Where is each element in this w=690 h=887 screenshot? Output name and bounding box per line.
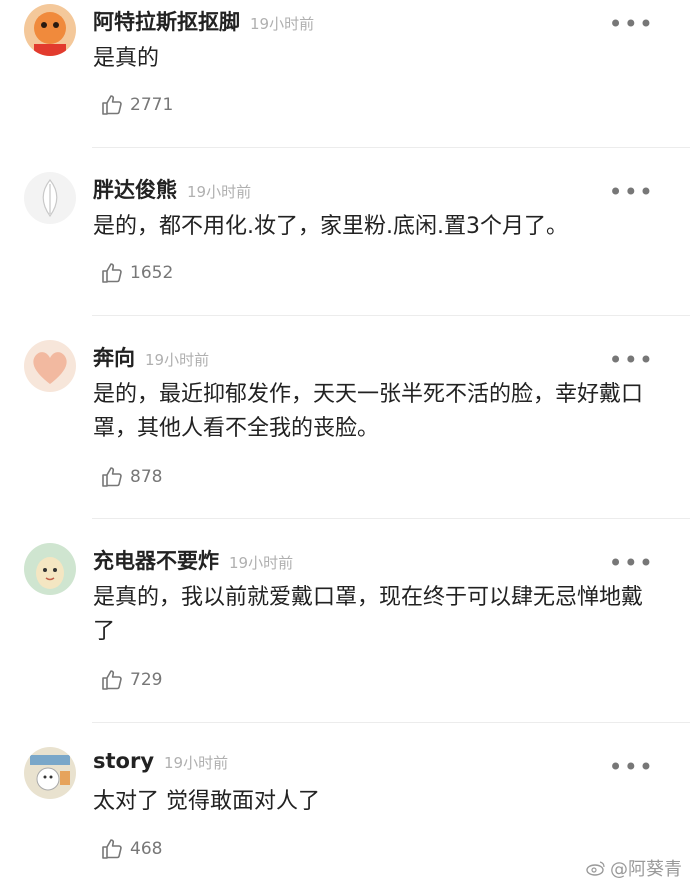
avatar[interactable]: [24, 172, 76, 224]
more-options-icon[interactable]: •••: [609, 755, 654, 779]
username-text: story: [93, 749, 155, 773]
more-options-icon[interactable]: •••: [609, 348, 654, 372]
comment-text: 是的，最近抑郁发作，天天一张半死不活的脸，幸好戴口罩，其他人看不全我的丧脸。: [93, 382, 644, 441]
comment-text: 是真的，我以前就爱戴口罩，现在终于可以肆无忌惮地戴了: [93, 585, 644, 644]
username[interactable]: 阿特拉斯抠抠脚 19小时前: [93, 6, 314, 36]
avatar[interactable]: [24, 543, 76, 595]
avatar[interactable]: [24, 747, 76, 799]
watermark-text: @阿葵青: [610, 859, 682, 880]
username[interactable]: 奔向 19小时前: [93, 342, 209, 372]
thumbs-up-icon: [102, 263, 122, 283]
timestamp: 19小时前: [145, 351, 210, 369]
more-options-icon[interactable]: •••: [609, 12, 654, 36]
divider: [92, 147, 690, 148]
weibo-logo-icon: [586, 861, 605, 876]
like-button[interactable]: 878: [100, 465, 162, 489]
comment-text: 是真的: [93, 46, 160, 71]
like-count: 729: [130, 670, 163, 690]
divider: [92, 722, 690, 723]
like-count: 878: [130, 467, 163, 487]
watermark: @阿葵青: [586, 855, 682, 881]
more-options-icon[interactable]: •••: [609, 551, 654, 575]
like-button[interactable]: 729: [100, 668, 162, 692]
more-options-icon[interactable]: •••: [609, 180, 654, 204]
like-button[interactable]: 468: [100, 837, 162, 861]
comment-text: 太对了 觉得敢面对人了: [93, 789, 320, 814]
username-text: 胖达俊熊: [93, 178, 177, 202]
username-text: 阿特拉斯抠抠脚: [93, 10, 240, 34]
comment-text: 是的，都不用化.妆了，家里粉.底闲.置3个月了。: [93, 214, 568, 239]
like-count: 2771: [130, 95, 174, 115]
thumbs-up-icon: [102, 95, 122, 115]
like-count: 468: [130, 839, 163, 859]
like-button[interactable]: 1652: [100, 261, 173, 285]
like-count: 1652: [130, 263, 174, 283]
avatar[interactable]: [24, 340, 76, 392]
timestamp: 19小时前: [229, 554, 294, 572]
divider: [92, 315, 690, 316]
username[interactable]: story 19小时前: [93, 749, 228, 773]
thumbs-up-icon: [102, 839, 122, 859]
username-text: 充电器不要炸: [93, 549, 219, 573]
username[interactable]: 胖达俊熊 19小时前: [93, 174, 251, 204]
divider: [92, 518, 690, 519]
avatar[interactable]: [24, 4, 76, 56]
username-text: 奔向: [93, 346, 135, 370]
username[interactable]: 充电器不要炸 19小时前: [93, 545, 293, 575]
timestamp: 19小时前: [250, 15, 315, 33]
like-button[interactable]: 2771: [100, 93, 173, 117]
timestamp: 19小时前: [164, 754, 229, 772]
thumbs-up-icon: [102, 467, 122, 487]
thumbs-up-icon: [102, 670, 122, 690]
timestamp: 19小时前: [187, 183, 252, 201]
